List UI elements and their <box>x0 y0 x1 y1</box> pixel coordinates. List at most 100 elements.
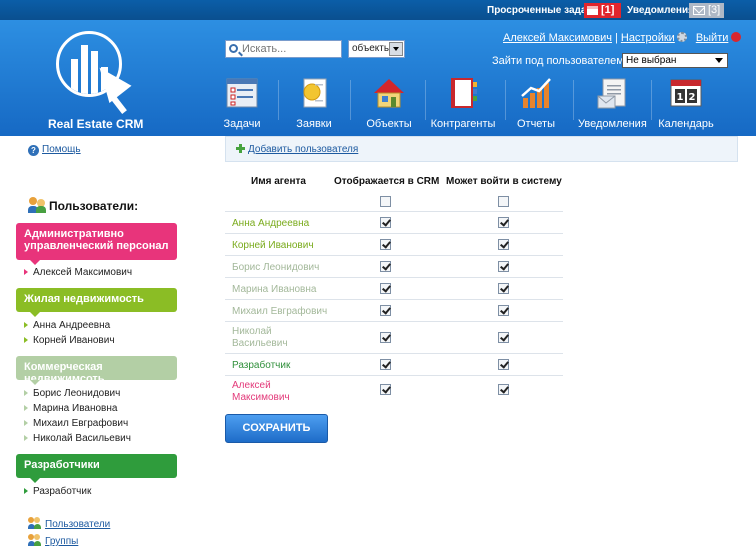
agent-name: Разработчик <box>232 360 291 371</box>
nav-tasks[interactable]: Задачи <box>216 76 268 136</box>
groups-icon <box>28 534 42 546</box>
select-all-shown-checkbox[interactable] <box>380 196 391 207</box>
add-user-link[interactable]: Добавить пользователя <box>236 144 358 155</box>
group-member[interactable]: Анна Андреевна <box>23 320 110 331</box>
table-row: Борис Леонидович <box>225 256 563 278</box>
nav-counterparties[interactable]: Контрагенты <box>430 76 496 136</box>
login-checkbox[interactable] <box>498 261 509 272</box>
search-input[interactable] <box>242 42 340 56</box>
calendar-icon: 1 2 <box>670 79 702 107</box>
reports-chart-icon <box>521 78 551 108</box>
overdue-tasks-badge[interactable]: [1] <box>584 3 621 18</box>
table-row: Михаил Евграфович <box>225 300 563 322</box>
table-row: Разработчик <box>225 354 563 376</box>
header: Real Estate CRM объекты Алексей Максимов… <box>0 20 756 136</box>
login-checkbox[interactable] <box>498 217 509 228</box>
login-checkbox[interactable] <box>498 283 509 294</box>
shown-checkbox[interactable] <box>380 384 391 395</box>
groups-link[interactable]: Группы <box>28 534 78 547</box>
search-scope-value: объекты <box>352 43 392 54</box>
login-as-select[interactable]: Не выбран <box>622 53 728 68</box>
agent-name: Анна Андреевна <box>232 218 310 229</box>
login-checkbox[interactable] <box>498 239 509 250</box>
shown-checkbox[interactable] <box>380 261 391 272</box>
nav-calendar[interactable]: 1 2 Календарь <box>657 76 715 136</box>
shown-checkbox[interactable] <box>380 332 391 343</box>
calendar-icon <box>587 6 598 15</box>
nav-counterparties-label: Контрагенты <box>430 118 496 130</box>
help-link[interactable]: ? Помощь <box>28 144 81 156</box>
group-member[interactable]: Борис Леонидович <box>23 388 120 399</box>
select-all-login-checkbox[interactable] <box>498 196 509 207</box>
search-box <box>225 40 342 58</box>
current-user-link[interactable]: Алексей Максимович <box>503 32 612 44</box>
shown-checkbox[interactable] <box>380 239 391 250</box>
group-member[interactable]: Разработчик <box>23 486 91 497</box>
users-link[interactable]: Пользователи <box>28 517 110 530</box>
nav-notifications[interactable]: Уведомления <box>578 76 647 136</box>
brand-name: Real Estate CRM <box>48 117 144 131</box>
overdue-count: [1] <box>601 4 615 16</box>
login-checkbox[interactable] <box>498 359 509 370</box>
table-row: Анна Андреевна <box>225 212 563 234</box>
nav-notifications-label: Уведомления <box>578 118 647 130</box>
group-member[interactable]: Корней Иванович <box>24 335 115 346</box>
login-checkbox[interactable] <box>498 305 509 316</box>
requests-icon <box>303 78 327 108</box>
logo[interactable]: Real Estate CRM <box>0 20 200 136</box>
nav-reports[interactable]: Отчеты <box>512 76 560 136</box>
settings-link[interactable]: Настройки <box>621 32 675 44</box>
overdue-tasks-link[interactable]: Просроченные задачи <box>487 5 598 16</box>
nav-requests[interactable]: Заявки <box>285 76 343 136</box>
group-member[interactable]: Алексей Максимович <box>23 267 132 278</box>
login-checkbox[interactable] <box>498 332 509 343</box>
top-bar: Просроченные задачи [1] Уведомления [3] <box>0 0 756 20</box>
address-book-icon <box>451 78 477 108</box>
shown-checkbox[interactable] <box>380 283 391 294</box>
nav-objects[interactable]: Объекты <box>358 76 420 136</box>
agent-name: Михаил Евграфович <box>232 306 328 317</box>
logout-link[interactable]: Выйти <box>696 32 729 44</box>
svg-text:1: 1 <box>677 92 684 103</box>
shown-checkbox[interactable] <box>380 359 391 370</box>
search-scope-select[interactable]: объекты <box>348 40 405 58</box>
power-icon[interactable] <box>731 32 742 42</box>
group-admin-staff[interactable]: Административно управленческий персонал <box>16 223 177 265</box>
table-row: Николай Васильевич <box>225 322 563 354</box>
notifications-link[interactable]: Уведомления <box>627 5 694 16</box>
gear-icon[interactable] <box>676 32 687 42</box>
agent-name: Николай Васильевич <box>232 326 288 349</box>
notifications-badge[interactable]: [3] <box>689 3 724 18</box>
nav-calendar-label: Календарь <box>658 118 714 130</box>
group-member[interactable]: Марина Ивановна <box>23 403 117 414</box>
group-member[interactable]: Михаил Евграфович <box>23 418 128 429</box>
agent-name: Алексей Максимович <box>232 380 290 403</box>
notifications-document-icon <box>597 78 626 109</box>
search-icon <box>229 44 238 53</box>
tasks-icon <box>226 78 258 108</box>
login-checkbox[interactable] <box>498 384 509 395</box>
users-heading: Пользователи: <box>28 197 138 213</box>
group-commercial[interactable]: Коммерческая недвижимсоть <box>16 356 177 385</box>
nav-requests-label: Заявки <box>296 118 332 130</box>
users-icon <box>28 517 42 529</box>
agent-name: Корней Иванович <box>232 240 314 251</box>
table-row: Марина Ивановна <box>225 278 563 300</box>
table-header-checks-row <box>225 190 563 212</box>
toolbar: Добавить пользователя <box>225 136 738 162</box>
column-header-name: Имя агента <box>251 176 306 187</box>
envelope-icon <box>693 6 705 15</box>
crm-users-page: Просроченные задачи [1] Уведомления [3] … <box>0 0 756 552</box>
save-button[interactable]: СОХРАНИТЬ <box>225 414 328 443</box>
group-developers[interactable]: Разработчики <box>16 454 177 483</box>
nav-reports-label: Отчеты <box>516 118 556 130</box>
nav-tasks-label: Задачи <box>223 118 261 130</box>
group-member[interactable]: Николай Васильевич <box>24 433 131 444</box>
users-icon <box>28 197 46 213</box>
plus-icon <box>236 144 245 153</box>
shown-checkbox[interactable] <box>380 305 391 316</box>
group-residential[interactable]: Жилая недвижимость <box>16 288 177 317</box>
svg-text:2: 2 <box>689 92 696 103</box>
agent-name: Марина Ивановна <box>232 284 317 295</box>
shown-checkbox[interactable] <box>380 217 391 228</box>
